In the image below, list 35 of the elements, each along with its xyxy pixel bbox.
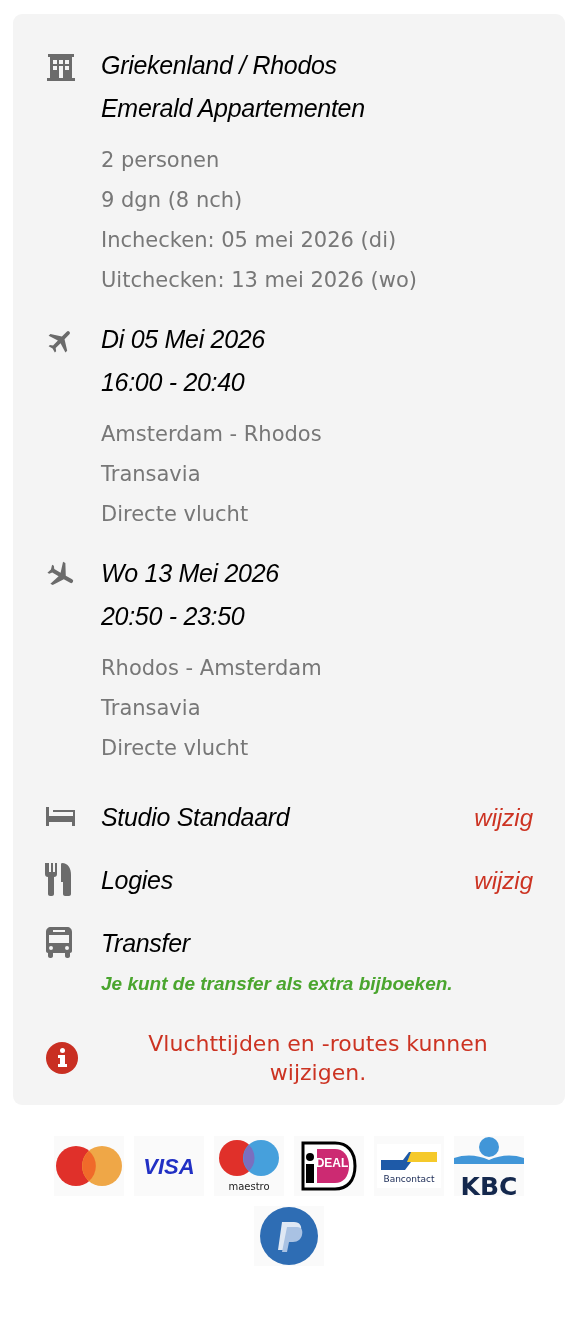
detail-text: Directe vlucht xyxy=(101,501,250,528)
notice-text: Vluchttijden en -routes kunnen wijzigen. xyxy=(147,1030,489,1087)
section-title: Wo 13 Mei 2026 xyxy=(101,558,280,589)
mastercard-logo xyxy=(56,1146,122,1186)
detail-text: Uitchecken: 13 mei 2026 (wo) xyxy=(101,267,418,294)
section-title: Griekenland / Rhodos xyxy=(101,50,338,81)
paypal-logo xyxy=(260,1207,318,1265)
detail-text: Transavia xyxy=(101,461,202,488)
section-title: Emerald Appartementen xyxy=(101,93,366,124)
option-label: Studio Standaard xyxy=(101,802,292,833)
detail-text: Transavia xyxy=(101,695,202,722)
maestro-logo: maestro xyxy=(218,1139,280,1193)
detail-text: Rhodos - Amsterdam xyxy=(101,655,323,682)
section-title: 20:50 - 23:50 xyxy=(101,601,246,632)
visa-logo: VISA xyxy=(140,1154,198,1178)
detail-text: Directe vlucht xyxy=(101,735,250,762)
detail-text: 9 dgn (8 nch) xyxy=(101,187,244,214)
ideal-logo: DEAL xyxy=(301,1141,357,1191)
option-label: Transfer xyxy=(101,928,192,959)
info-icon xyxy=(45,1041,79,1075)
change-link[interactable]: wijzig xyxy=(474,803,535,832)
detail-text: Inchecken: 05 mei 2026 (di) xyxy=(101,227,398,254)
building-icon xyxy=(45,52,77,82)
fork-knife-icon xyxy=(45,861,73,896)
section-title: Di 05 Mei 2026 xyxy=(101,324,266,355)
detail-text: 2 personen xyxy=(101,147,221,174)
bed-icon xyxy=(45,805,77,826)
section-title: 16:00 - 20:40 xyxy=(101,367,246,398)
detail-text: Amsterdam - Rhodos xyxy=(101,421,323,448)
option-label: Logies xyxy=(101,865,174,896)
kbc-logo: KBC xyxy=(454,1136,524,1196)
bus-icon xyxy=(45,925,73,958)
transfer-note: Je kunt de transfer als extra bijboeken. xyxy=(101,972,454,996)
change-link[interactable]: wijzig xyxy=(474,866,535,895)
bancontact-logo: Bancontact xyxy=(377,1144,441,1188)
